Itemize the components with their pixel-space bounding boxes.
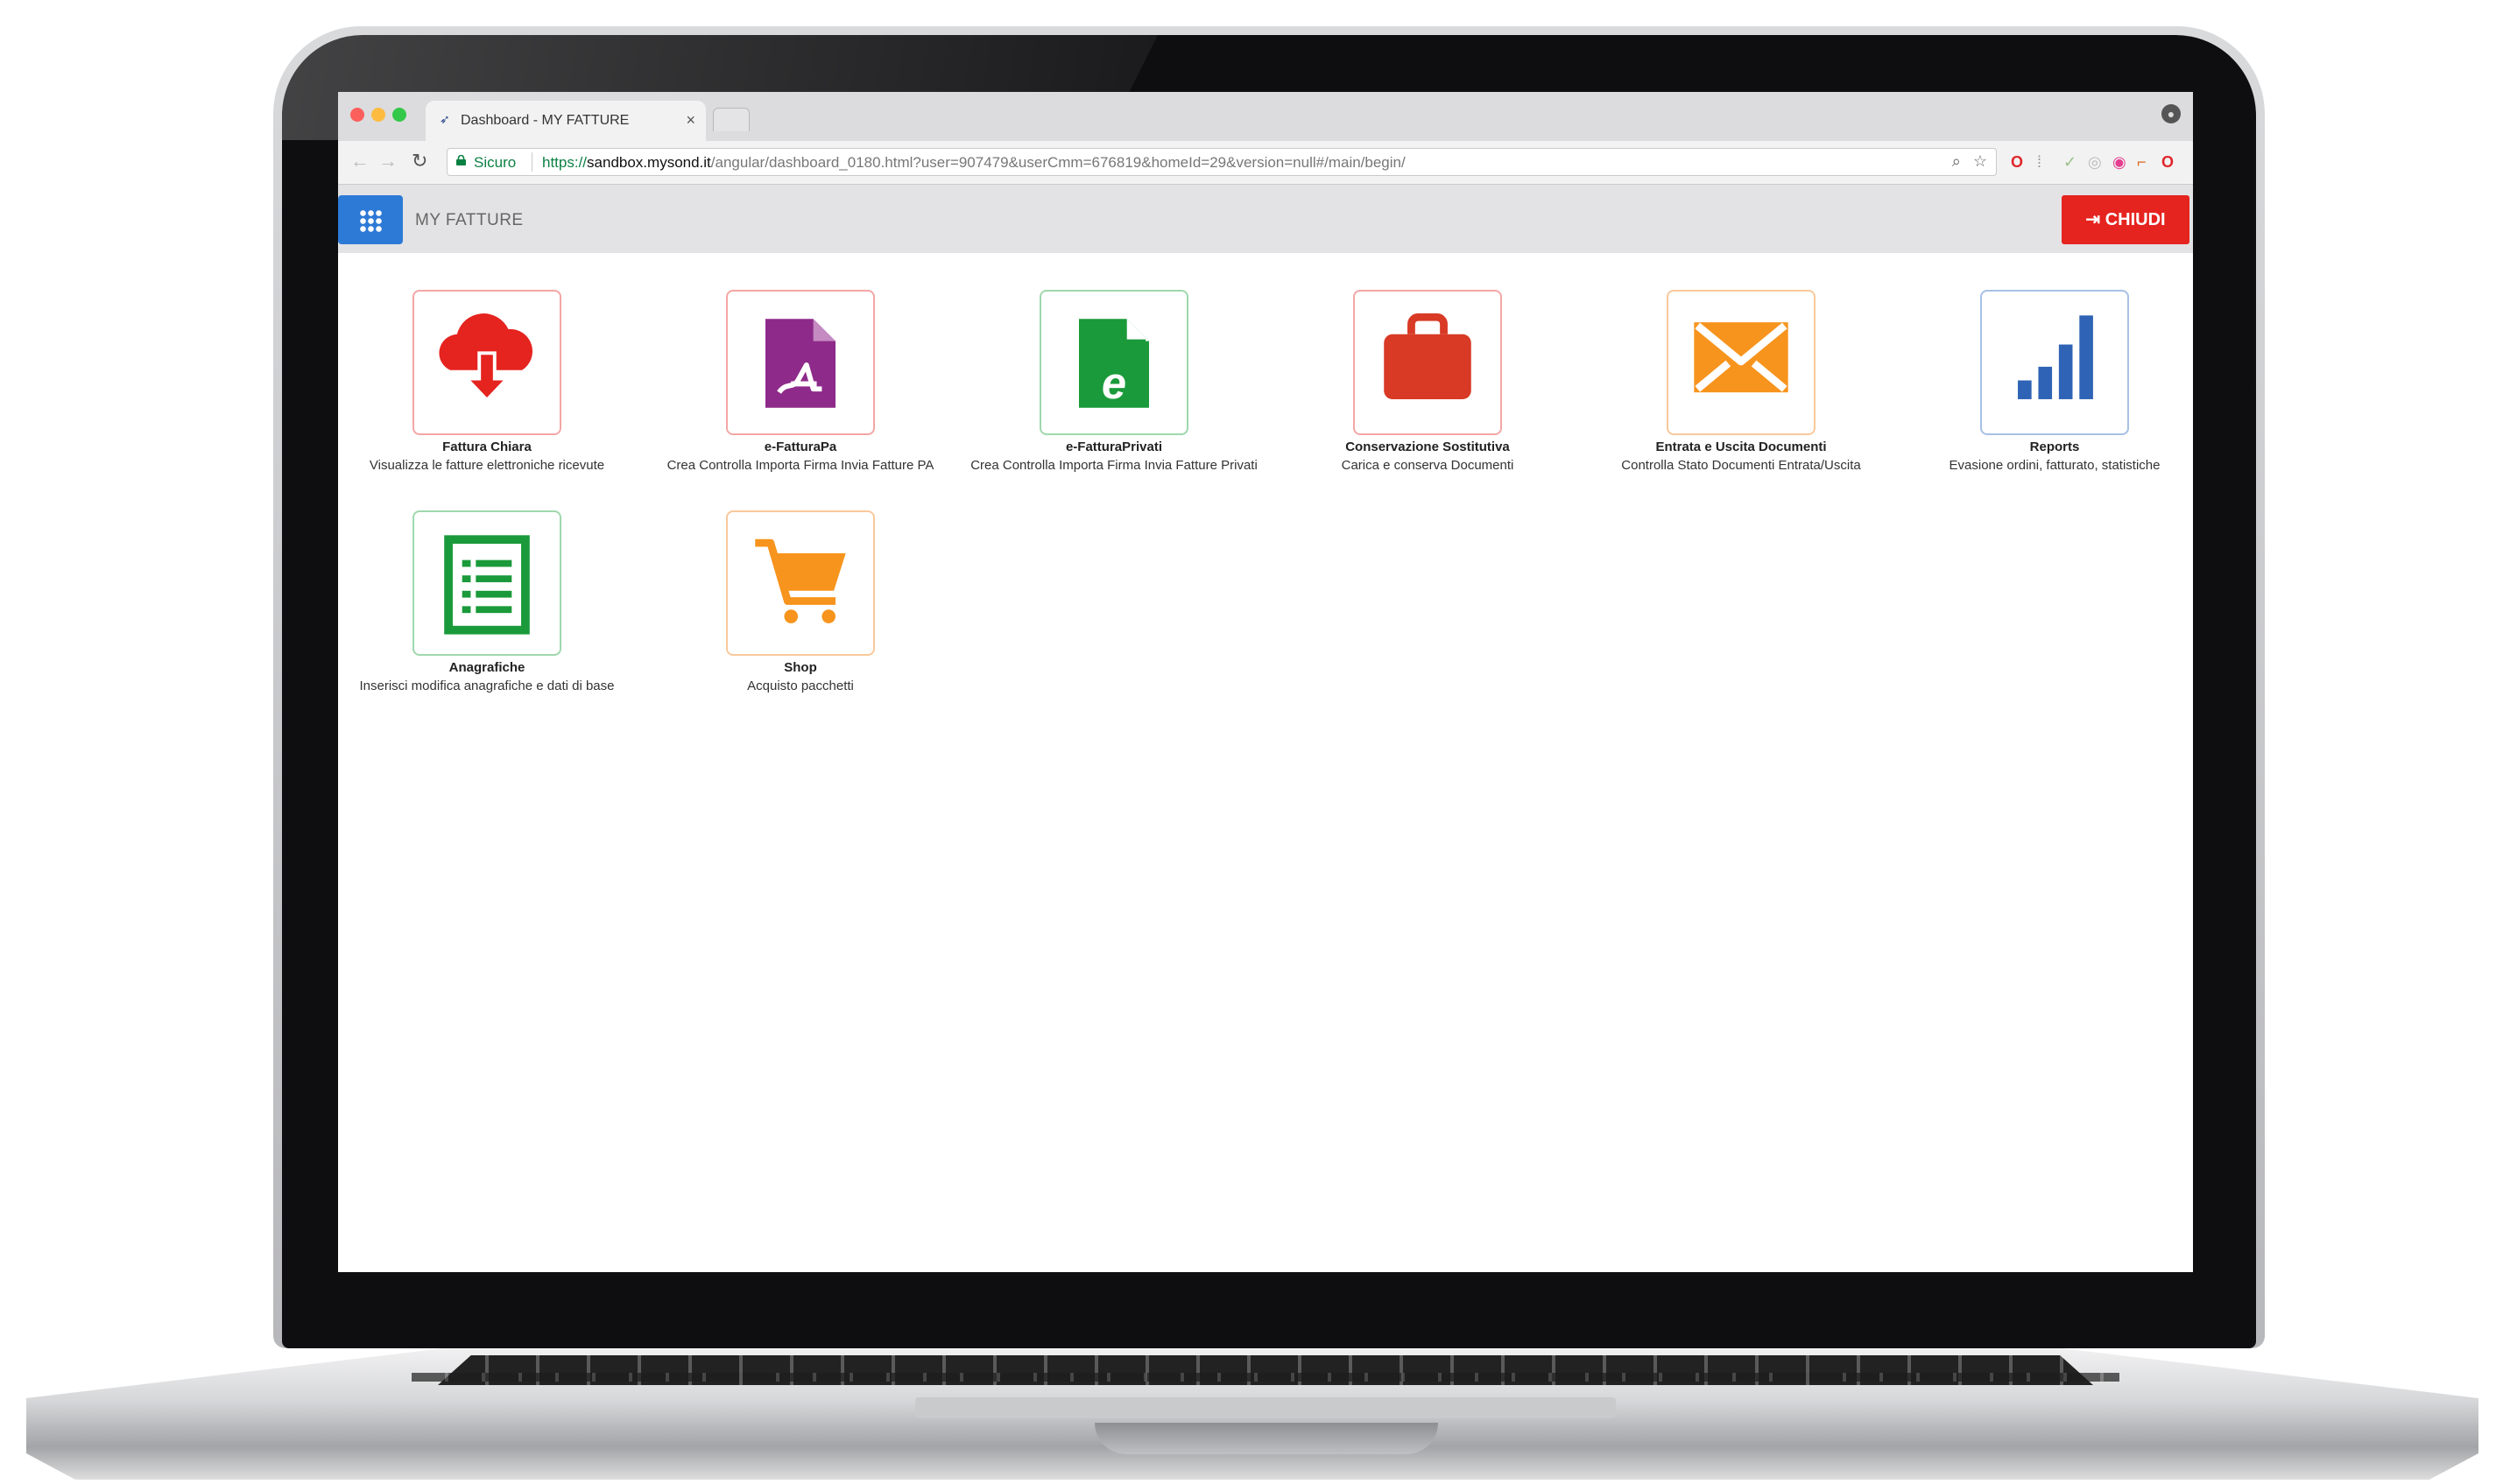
tile-description: Inserisci modifica anagrafiche e dati di… [359, 679, 615, 693]
shopping-cart-icon[interactable] [726, 510, 875, 656]
window-close-dot[interactable] [350, 108, 364, 122]
pink-extension-icon[interactable]: ◉ [2112, 153, 2126, 171]
address-actions: ⌕ ☆ [1940, 152, 1987, 171]
tile-title: Anagrafiche [448, 660, 525, 675]
close-button[interactable]: ⇥ CHIUDI [2062, 195, 2189, 244]
app-title: MY FATTURE [415, 211, 524, 229]
tile-conservazione-sostitutiva[interactable]: Conservazione Sostitutiva Carica e conse… [1279, 290, 1576, 475]
document-signature-icon[interactable] [726, 290, 875, 435]
briefcase-icon[interactable] [1353, 290, 1502, 435]
extension-icon[interactable]: ⁞ [2037, 153, 2041, 171]
browser-tab[interactable]: ➶ Dashboard - MY FATTURE × [426, 101, 706, 141]
touchpad [915, 1397, 1616, 1418]
browser-tab-bar: ➶ Dashboard - MY FATTURE × ● [338, 92, 2193, 141]
tile-e-fatturapa[interactable]: e-FatturaPa Crea Controlla Importa Firma… [652, 290, 949, 475]
back-icon[interactable]: ← [350, 151, 370, 171]
tile-anagrafiche[interactable]: Anagrafiche Inserisci modifica anagrafic… [338, 510, 636, 695]
tile-fattura-chiara[interactable]: Fattura Chiara Visualizza le fatture ele… [338, 290, 636, 475]
window-zoom-dot[interactable] [392, 108, 406, 122]
bookmark-star-icon[interactable]: ☆ [1973, 152, 1987, 170]
url-scheme: https:// [542, 154, 588, 171]
red-extension-icon[interactable]: O [2161, 153, 2174, 171]
logout-icon: ⇥ [2085, 210, 2105, 229]
circle-extension-icon[interactable]: ◎ [2088, 153, 2102, 171]
tile-description: Acquisto pacchetti [747, 679, 854, 693]
new-tab-button[interactable] [713, 108, 750, 131]
window-minimize-dot[interactable] [371, 108, 385, 122]
check-extension-icon[interactable]: ✓ [2063, 153, 2076, 171]
app-header: MY FATTURE ⇥ CHIUDI [338, 185, 2193, 253]
tile-description: Carica e conserva Documenti [1341, 458, 1514, 473]
tile-title: Entrata e Uscita Documenti [1655, 440, 1827, 454]
tile-title: Reports [2029, 440, 2080, 454]
url-host: sandbox.mysond.it [587, 154, 711, 171]
tile-description: Crea Controlla Importa Firma Invia Fattu… [666, 458, 934, 473]
tool-extension-icon[interactable]: ⌐ [2137, 153, 2147, 171]
favicon-icon: ➶ [440, 112, 450, 126]
browser-toolbar: ← → ↻ Sicuro https://sandbox.mysond.it/a… [338, 141, 2193, 185]
tile-entrata-uscita-documenti[interactable]: Entrata e Uscita Documenti Controlla Sta… [1592, 290, 1890, 475]
tile-title: Fattura Chiara [442, 440, 532, 454]
screen: ➶ Dashboard - MY FATTURE × ● ← → ↻ Sicur… [338, 92, 2193, 1272]
opera-extension-icon[interactable]: O [2011, 153, 2023, 171]
apps-menu-button[interactable] [338, 195, 403, 244]
tile-title: Conservazione Sostitutiva [1345, 440, 1510, 454]
keyboard-row [412, 1373, 2119, 1382]
tile-title: e-FatturaPa [764, 440, 837, 454]
url-path: /angular/dashboard_0180.html?user=907479… [710, 154, 1406, 171]
document-e-icon[interactable]: e [1040, 290, 1188, 435]
forward-icon[interactable]: → [378, 151, 398, 171]
cloud-download-icon[interactable] [412, 290, 561, 435]
lock-icon [456, 155, 466, 165]
bar-chart-icon[interactable] [1980, 290, 2129, 435]
profile-icon[interactable]: ● [2161, 104, 2181, 123]
tile-reports[interactable]: Reports Evasione ordini, fatturato, stat… [1906, 290, 2193, 475]
tile-title: e-FatturaPrivati [1065, 440, 1163, 454]
reload-icon[interactable]: ↻ [412, 151, 427, 171]
address-bar[interactable]: Sicuro https://sandbox.mysond.it/angular… [447, 148, 1997, 176]
tab-close-icon[interactable]: × [686, 111, 695, 130]
envelope-icon[interactable] [1667, 290, 1816, 435]
tile-description: Visualizza le fatture elettroniche ricev… [369, 458, 605, 473]
lid-notch [1095, 1423, 1438, 1454]
close-label: CHIUDI [2105, 210, 2166, 229]
svg-text:e: e [1102, 358, 1126, 408]
zoom-icon[interactable]: ⌕ [1952, 152, 1961, 170]
tile-title: Shop [784, 660, 817, 675]
tile-description: Evasione ordini, fatturato, statistiche [1949, 458, 2161, 473]
tile-e-fatturaprivati[interactable]: e e-FatturaPrivati Crea Controlla Import… [965, 290, 1263, 475]
secure-label: Sicuro [474, 154, 517, 171]
tab-title: Dashboard - MY FATTURE [461, 113, 630, 128]
tile-description: Controlla Stato Documenti Entrata/Uscita [1621, 458, 1861, 473]
list-icon[interactable] [412, 510, 561, 656]
tile-shop[interactable]: Shop Acquisto pacchetti [652, 510, 949, 695]
url-text[interactable]: https://sandbox.mysond.it/angular/dashbo… [542, 154, 1406, 172]
tile-description: Crea Controlla Importa Firma Invia Fattu… [970, 458, 1258, 473]
grid-icon [359, 209, 382, 232]
